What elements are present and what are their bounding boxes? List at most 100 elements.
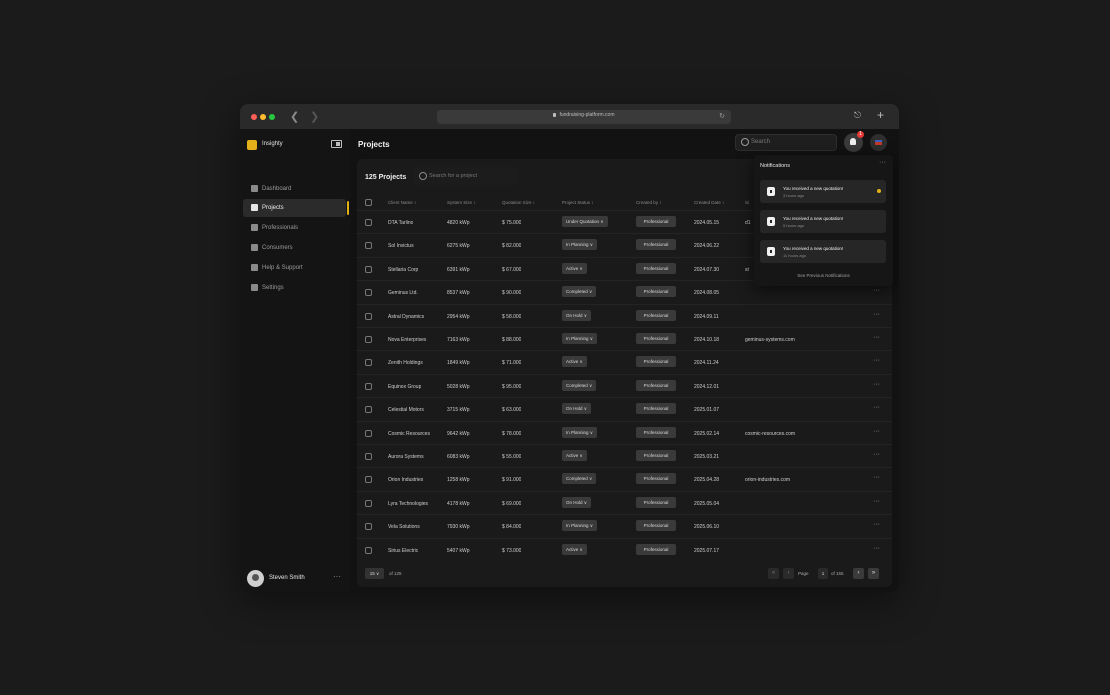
row-checkbox[interactable] <box>365 476 372 484</box>
project-status-select[interactable]: Active ∨ <box>562 543 587 555</box>
user-name: Steven Smith <box>269 575 305 581</box>
row-actions-more-icon[interactable]: ··· <box>873 545 880 552</box>
row-actions-more-icon[interactable]: ··· <box>873 474 880 481</box>
sidebar-item-dashboard[interactable]: Dashboard <box>243 180 346 198</box>
row-checkbox[interactable] <box>365 523 372 531</box>
maximize-window-button[interactable] <box>269 114 275 120</box>
table-row[interactable]: Cosmic Resources 9642 kWp $ 78.000 2025.02.… <box>357 420 892 445</box>
previous-page-button[interactable]: ‹ <box>783 568 794 579</box>
row-checkbox[interactable] <box>365 359 372 367</box>
notifications-more-icon[interactable]: ··· <box>879 159 886 166</box>
table-row[interactable]: Astral Dynamics 2954 kWp $ 58.000 2024.09.1… <box>357 303 892 328</box>
project-status-select[interactable]: On Hold ∨ <box>562 403 592 415</box>
table-row[interactable]: Lyra Technologies 4178 kWp $ 69.000 2025.05… <box>357 490 892 515</box>
row-checkbox[interactable] <box>365 382 372 390</box>
sidebar-toggle-icon[interactable] <box>331 140 342 148</box>
column-header-project-status[interactable]: Project Status ↕ <box>562 200 594 205</box>
row-actions-more-icon[interactable]: ··· <box>873 287 880 294</box>
row-checkbox[interactable] <box>365 312 372 320</box>
table-row[interactable]: Celestial Motors 3715 kWp $ 63.000 2025.01.… <box>357 397 892 421</box>
global-search-input[interactable]: Search <box>735 134 837 151</box>
project-status-select[interactable]: Under Quotation ∨ <box>562 216 608 227</box>
row-actions-more-icon[interactable]: ··· <box>873 404 880 411</box>
quotation-size-cell: $ 82.000 <box>502 243 522 250</box>
row-actions-more-icon[interactable]: ··· <box>873 381 880 388</box>
notification-item[interactable]: You received a new quotation! 3 hours ag… <box>760 180 886 203</box>
column-header-created-by[interactable]: Created by ↕ <box>636 200 662 205</box>
row-checkbox[interactable] <box>365 265 372 273</box>
new-tab-icon[interactable]: + <box>877 108 884 122</box>
notification-item[interactable]: You received a new quotation! 5 hours ag… <box>760 210 886 233</box>
row-actions-more-icon[interactable]: ··· <box>873 428 880 435</box>
project-search-input[interactable]: Search for a project <box>413 167 518 185</box>
row-actions-more-icon[interactable]: ··· <box>873 521 880 528</box>
project-status-select[interactable]: In Planning ∨ <box>562 426 598 438</box>
next-page-button[interactable]: › <box>853 568 864 579</box>
notification-item[interactable]: You received a new quotation! 11 hours a… <box>760 240 886 263</box>
sidebar-item-projects[interactable]: Projects <box>243 199 349 217</box>
lock-icon <box>553 112 557 117</box>
project-status-select[interactable]: On Hold ∨ <box>562 309 592 321</box>
row-checkbox[interactable] <box>365 453 372 460</box>
project-status-select[interactable]: Completed ∨ <box>562 473 597 485</box>
page-size-select[interactable]: 15 ∨ <box>365 568 384 579</box>
project-status-select[interactable]: In Planning ∨ <box>562 333 598 344</box>
table-row[interactable]: Zenith Holdings 1849 kWp $ 71.000 2024.11.2… <box>357 350 892 374</box>
reload-icon[interactable]: ↻ <box>719 112 725 120</box>
close-window-button[interactable] <box>251 114 257 120</box>
share-icon[interactable]: ⎋ <box>854 110 861 121</box>
project-status-select[interactable]: Active ∨ <box>562 262 587 274</box>
row-actions-more-icon[interactable]: ··· <box>873 357 880 364</box>
row-checkbox[interactable] <box>365 546 372 554</box>
select-all-checkbox[interactable] <box>365 199 372 206</box>
sidebar-item-help-support[interactable]: Help & Support <box>243 259 346 277</box>
row-checkbox[interactable] <box>365 219 372 226</box>
see-previous-notifications-link[interactable]: See Previous Notifications <box>754 273 893 278</box>
home-icon <box>251 185 258 192</box>
user-menu-more-icon[interactable]: ··· <box>333 572 341 581</box>
notifications-button[interactable]: 1 <box>844 131 864 152</box>
project-status-select[interactable]: Completed ∨ <box>562 379 597 391</box>
row-actions-more-icon[interactable]: ··· <box>873 311 880 318</box>
first-page-button[interactable]: « <box>768 568 779 579</box>
last-page-button[interactable]: » <box>868 568 879 579</box>
table-row[interactable]: Orion Industries 1258 kWp $ 91.000 2025.04.… <box>357 467 892 491</box>
project-status-select[interactable]: Completed ∨ <box>562 286 597 298</box>
forward-icon[interactable]: ❯ <box>310 110 319 123</box>
sidebar-item-settings[interactable]: Settings <box>243 279 346 297</box>
table-row[interactable]: Sirius Electric 5407 kWp $ 73.000 2025.07.1… <box>357 537 892 562</box>
project-status-select[interactable]: On Hold ∨ <box>562 496 592 508</box>
project-status-select[interactable]: In Planning ∨ <box>562 239 598 251</box>
row-actions-more-icon[interactable]: ··· <box>873 451 880 458</box>
created-date-cell: 2025.05.04 <box>694 500 720 507</box>
column-header-created-date[interactable]: Created Date ↕ <box>694 200 724 205</box>
language-button[interactable] <box>870 134 887 151</box>
column-header-quotation-size[interactable]: Quotation Size ↕ <box>502 200 535 205</box>
row-checkbox[interactable] <box>365 499 372 507</box>
row-checkbox[interactable] <box>365 429 372 437</box>
row-actions-more-icon[interactable]: ··· <box>873 498 880 505</box>
project-status-select[interactable]: Active ∨ <box>562 356 587 368</box>
project-status-select[interactable]: Active ∨ <box>562 450 587 461</box>
column-header-client-name[interactable]: Client Name ↕ <box>388 200 416 205</box>
row-checkbox[interactable] <box>365 242 372 250</box>
table-row[interactable]: Equinox Group 5028 kWp $ 95.000 2024.12.01 C… <box>357 373 892 398</box>
table-row[interactable]: Aurora Systems 6083 kWp $ 55.000 2025.03.21… <box>357 444 892 468</box>
row-checkbox[interactable] <box>365 406 372 414</box>
column-header-site[interactable]: Si <box>745 200 749 205</box>
table-row[interactable]: Nova Enterprises 7163 kWp $ 88.000 2024.10.… <box>357 327 892 351</box>
address-bar[interactable]: fundraising-platform.com ↻ <box>437 110 731 124</box>
minimize-window-button[interactable] <box>260 114 266 120</box>
column-header-system-size[interactable]: System Size ↕ <box>447 200 476 205</box>
row-actions-more-icon[interactable]: ··· <box>873 334 880 341</box>
search-icon <box>741 138 749 146</box>
current-page-input[interactable]: 1 <box>818 568 828 579</box>
table-row[interactable]: Vela Solutions 7930 kWp $ 84.000 2025.06.10… <box>357 514 892 538</box>
sidebar-item-professionals[interactable]: Professionals <box>243 219 346 237</box>
row-checkbox[interactable] <box>365 289 372 297</box>
avatar[interactable] <box>247 570 264 587</box>
back-icon[interactable]: ❮ <box>290 110 299 123</box>
project-status-select[interactable]: In Planning ∨ <box>562 520 598 532</box>
row-checkbox[interactable] <box>365 336 372 343</box>
sidebar-item-consumers[interactable]: Consumers <box>243 239 346 257</box>
